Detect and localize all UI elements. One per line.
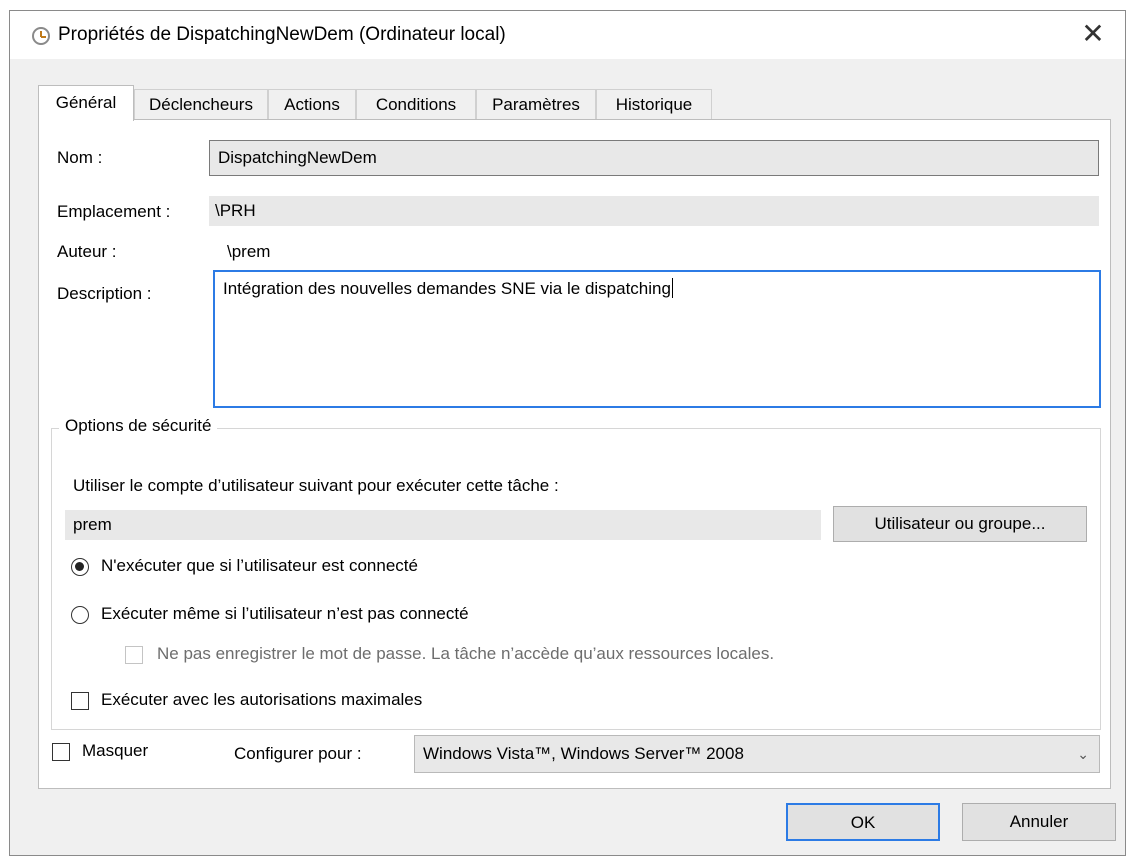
highest-privileges-checkbox[interactable] [71, 692, 89, 710]
radio-run-logged-on-label[interactable]: N'exécuter que si l’utilisateur est conn… [101, 556, 418, 576]
no-store-password-label: Ne pas enregistrer le mot de passe. La t… [157, 644, 775, 663]
chevron-down-icon: ⌄ [1077, 746, 1089, 762]
description-text: Intégration des nouvelles demandes SNE v… [223, 279, 671, 298]
general-panel: Nom : DispatchingNewDem Emplacement : \P… [38, 119, 1111, 789]
title-bar: Propriétés de DispatchingNewDem (Ordinat… [10, 11, 1125, 59]
clock-icon [32, 27, 50, 45]
radio-run-logged-on[interactable] [71, 558, 89, 576]
radio-run-always-label[interactable]: Exécuter même si l’utilisateur n’est pas… [101, 604, 469, 624]
configure-for-label: Configurer pour : [234, 744, 362, 763]
name-field[interactable]: DispatchingNewDem [209, 140, 1099, 176]
location-label: Emplacement : [57, 202, 171, 221]
description-label: Description : [57, 284, 152, 303]
window-title: Propriétés de DispatchingNewDem (Ordinat… [58, 24, 506, 45]
description-textarea[interactable]: Intégration des nouvelles demandes SNE v… [213, 270, 1101, 408]
security-options-group [51, 428, 1101, 730]
tab-history[interactable]: Historique [596, 89, 712, 119]
highest-privileges-label[interactable]: Exécuter avec les autorisations maximale… [101, 690, 422, 710]
author-label: Auteur : [57, 242, 117, 261]
location-value: \PRH [209, 196, 1099, 226]
account-field: prem [65, 510, 821, 540]
hidden-checkbox[interactable] [52, 743, 70, 761]
account-prompt: Utiliser le compte d’utilisateur suivant… [73, 476, 559, 495]
no-store-password-checkbox [125, 646, 143, 664]
task-properties-dialog: Propriétés de DispatchingNewDem (Ordinat… [9, 10, 1126, 856]
author-value: \prem [227, 242, 271, 261]
tab-triggers[interactable]: Déclencheurs [134, 89, 268, 119]
tab-actions[interactable]: Actions [268, 89, 356, 119]
tab-conditions[interactable]: Conditions [356, 89, 476, 119]
configure-for-select[interactable]: Windows Vista™, Windows Server™ 2008 ⌄ [414, 735, 1100, 773]
tab-settings[interactable]: Paramètres [476, 89, 596, 119]
security-options-legend: Options de sécurité [59, 416, 218, 436]
cancel-button[interactable]: Annuler [962, 803, 1116, 841]
configure-for-value: Windows Vista™, Windows Server™ 2008 [423, 744, 744, 763]
ok-button[interactable]: OK [786, 803, 940, 841]
radio-run-always[interactable] [71, 606, 89, 624]
text-caret [671, 278, 673, 298]
user-or-group-button[interactable]: Utilisateur ou groupe... [833, 506, 1087, 542]
hidden-label[interactable]: Masquer [82, 741, 148, 761]
tab-general[interactable]: Général [38, 85, 134, 121]
name-label: Nom : [57, 148, 103, 167]
close-button[interactable]: ✕ [1075, 19, 1111, 51]
